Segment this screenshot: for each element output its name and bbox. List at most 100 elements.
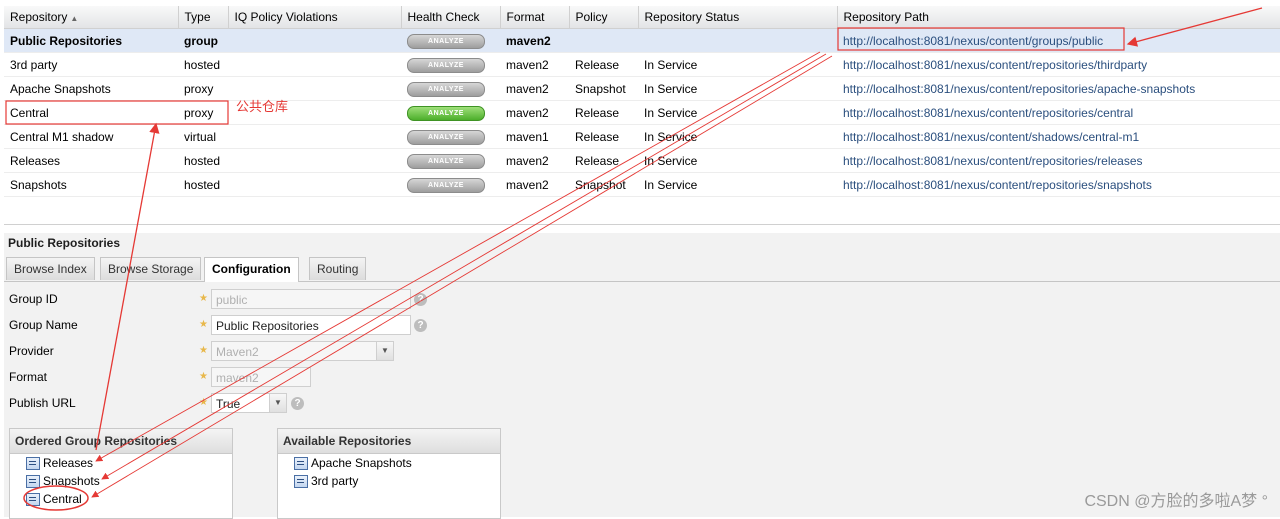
repo-health-cell: ANALYZE xyxy=(401,124,500,149)
list-item-label: Central xyxy=(43,492,82,506)
repo-status: In Service xyxy=(638,100,837,125)
list-item[interactable]: Snapshots xyxy=(10,472,232,490)
repo-health-cell: ANALYZE xyxy=(401,52,500,77)
tab-browse-index[interactable]: Browse Index xyxy=(6,257,95,280)
analyze-button[interactable]: ANALYZE xyxy=(407,178,485,193)
available-repositories: Available Repositories Apache Snapshots … xyxy=(277,428,501,519)
available-title: Available Repositories xyxy=(278,429,500,454)
ordered-group-repositories: Ordered Group Repositories Releases Snap… xyxy=(9,428,233,519)
repo-format: maven2 xyxy=(500,28,569,53)
repository-icon xyxy=(26,475,40,489)
annotation-label: 公共仓库 xyxy=(236,99,289,114)
column-header-policy[interactable]: Policy xyxy=(569,6,639,29)
repo-type: hosted xyxy=(178,52,228,77)
list-item[interactable]: Apache Snapshots xyxy=(278,454,500,472)
repo-name: Snapshots xyxy=(4,172,178,197)
required-star-icon: ★ xyxy=(199,293,208,304)
group-id-field[interactable]: public xyxy=(211,289,411,309)
table-row[interactable]: Central M1 shadow virtual ANALYZE maven1… xyxy=(4,124,1280,149)
repo-policy: Release xyxy=(569,100,638,125)
analyze-button[interactable]: ANALYZE xyxy=(407,82,485,97)
repo-path-link[interactable]: http://localhost:8081/nexus/content/grou… xyxy=(837,28,1280,53)
repo-policy: Snapshot xyxy=(569,76,638,101)
ordered-group-title: Ordered Group Repositories xyxy=(10,429,232,454)
repo-iq xyxy=(228,124,401,149)
table-row[interactable]: Releases hosted ANALYZE maven2 Release I… xyxy=(4,148,1280,173)
list-item-label: Apache Snapshots xyxy=(311,456,412,470)
repo-status xyxy=(638,28,837,53)
repo-path-link[interactable]: http://localhost:8081/nexus/content/repo… xyxy=(837,76,1280,101)
chevron-down-icon[interactable]: ▼ xyxy=(269,394,286,412)
column-header-type[interactable]: Type xyxy=(178,6,229,29)
repo-policy: Release xyxy=(569,148,638,173)
repo-status: In Service xyxy=(638,148,837,173)
tab-routing[interactable]: Routing xyxy=(309,257,367,280)
repo-type: proxy xyxy=(178,100,228,125)
column-header-health[interactable]: Health Check xyxy=(401,6,501,29)
list-item[interactable]: Releases xyxy=(10,454,232,472)
repository-icon xyxy=(294,457,308,471)
list-item[interactable]: 3rd party xyxy=(278,472,500,490)
repo-format: maven2 xyxy=(500,76,569,101)
repository-icon xyxy=(26,493,40,507)
repo-status: In Service xyxy=(638,76,837,101)
help-icon[interactable]: ? xyxy=(414,319,427,332)
repo-path-link[interactable]: http://localhost:8081/nexus/content/repo… xyxy=(837,52,1280,77)
repo-health-cell: ANALYZE xyxy=(401,148,500,173)
list-item-label: 3rd party xyxy=(311,474,359,488)
repo-policy: Snapshot xyxy=(569,172,638,197)
required-star-icon: ★ xyxy=(199,371,208,382)
repo-name: 3rd party xyxy=(4,52,178,77)
format-field[interactable]: maven2 xyxy=(211,367,311,387)
repository-icon xyxy=(294,475,308,489)
provider-label: Provider xyxy=(9,344,54,358)
repo-policy xyxy=(569,28,638,53)
repo-type: virtual xyxy=(178,124,228,149)
repo-type: hosted xyxy=(178,172,228,197)
list-item[interactable]: Central xyxy=(10,490,232,508)
repo-name: Central M1 shadow xyxy=(4,124,178,149)
publish-url-select[interactable]: True ▼ xyxy=(211,393,287,413)
required-star-icon: ★ xyxy=(199,345,208,356)
analyze-button[interactable]: ANALYZE xyxy=(407,34,485,49)
analyze-button[interactable]: ANALYZE xyxy=(407,58,485,73)
repo-name: Public Repositories xyxy=(4,28,178,53)
tab-bar: Browse Index Browse Storage Configuratio… xyxy=(4,255,1280,282)
analyze-button[interactable]: ANALYZE xyxy=(407,154,485,169)
group-name-field[interactable]: Public Repositories xyxy=(211,315,411,335)
repo-path-link[interactable]: http://localhost:8081/nexus/content/repo… xyxy=(837,148,1280,173)
repo-path-link[interactable]: http://localhost:8081/nexus/content/shad… xyxy=(837,124,1280,149)
required-star-icon: ★ xyxy=(199,319,208,330)
provider-select[interactable]: Maven2 ▼ xyxy=(211,341,394,361)
publish-url-label: Publish URL xyxy=(9,396,76,410)
repo-iq xyxy=(228,28,401,53)
table-row[interactable]: Central proxy ANALYZE maven2 Release In … xyxy=(4,100,1280,125)
analyze-button[interactable]: ANALYZE xyxy=(407,130,485,145)
help-icon[interactable]: ? xyxy=(291,397,304,410)
column-header-repository[interactable]: Repository ▲ xyxy=(4,6,179,29)
repo-path-link[interactable]: http://localhost:8081/nexus/content/repo… xyxy=(837,172,1280,197)
repo-status: In Service xyxy=(638,124,837,149)
repository-detail-panel: Public Repositories Browse Index Browse … xyxy=(4,233,1280,519)
repo-type: hosted xyxy=(178,148,228,173)
table-row[interactable]: Apache Snapshots proxy ANALYZE maven2 Sn… xyxy=(4,76,1280,101)
column-header-iq[interactable]: IQ Policy Violations xyxy=(228,6,402,29)
repo-iq xyxy=(228,52,401,77)
table-row[interactable]: Snapshots hosted ANALYZE maven2 Snapshot… xyxy=(4,172,1280,197)
format-label: Format xyxy=(9,370,48,384)
repo-path-link[interactable]: http://localhost:8081/nexus/content/repo… xyxy=(837,100,1280,125)
analyze-button[interactable]: ANALYZE xyxy=(407,106,485,121)
column-header-path[interactable]: Repository Path xyxy=(837,6,1280,29)
table-row[interactable]: Public Repositories group ANALYZE maven2… xyxy=(4,28,1280,53)
help-icon[interactable]: ? xyxy=(414,293,427,306)
repo-policy: Release xyxy=(569,124,638,149)
tab-configuration[interactable]: Configuration xyxy=(204,257,299,282)
repo-name: Central xyxy=(4,100,178,125)
repo-policy: Release xyxy=(569,52,638,77)
repo-status: In Service xyxy=(638,52,837,77)
column-header-format[interactable]: Format xyxy=(500,6,570,29)
chevron-down-icon[interactable]: ▼ xyxy=(376,342,393,360)
column-header-status[interactable]: Repository Status xyxy=(638,6,838,29)
tab-browse-storage[interactable]: Browse Storage xyxy=(100,257,202,280)
table-row[interactable]: 3rd party hosted ANALYZE maven2 Release … xyxy=(4,52,1280,77)
